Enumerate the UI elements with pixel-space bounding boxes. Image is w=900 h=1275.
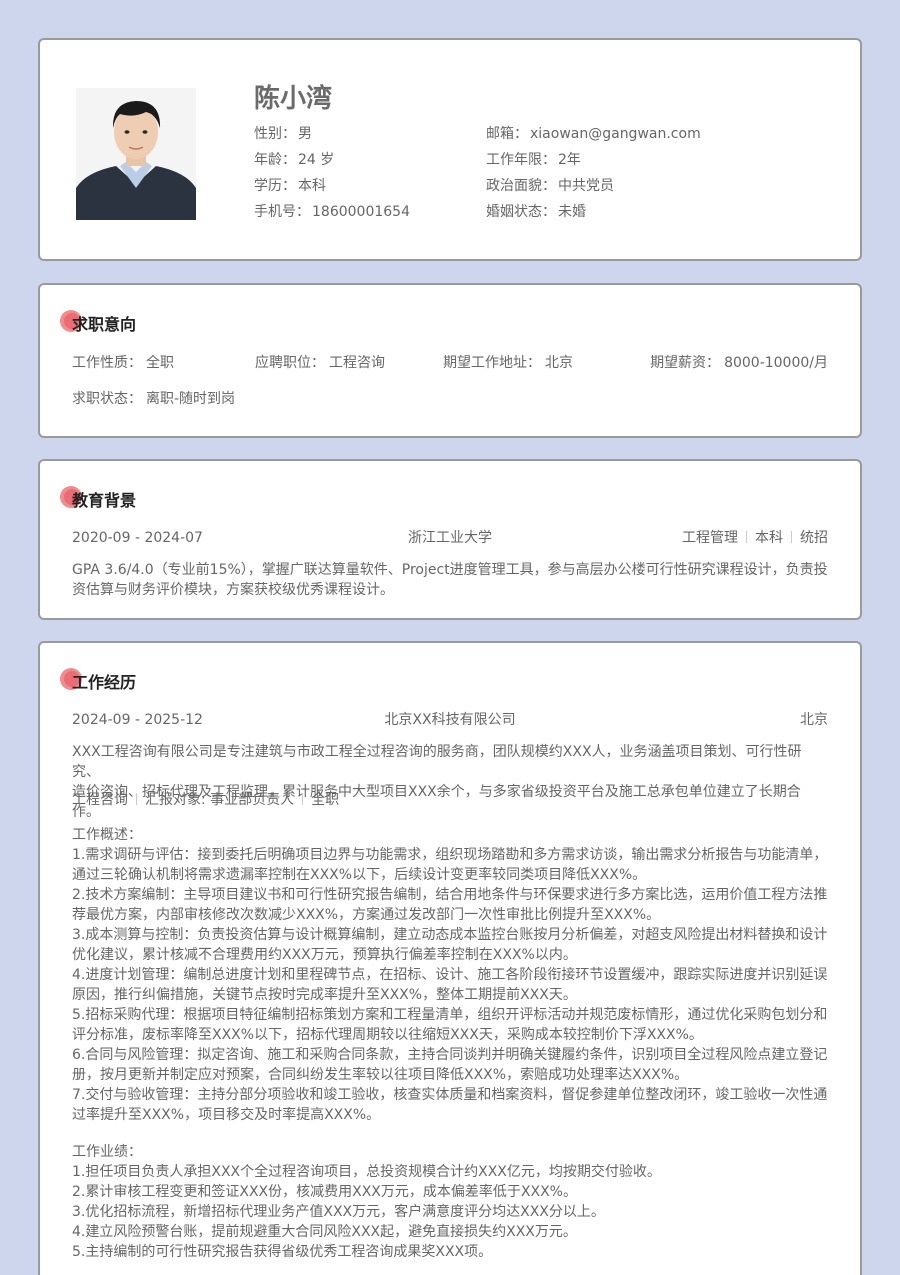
work-row: 2024-09 - 2025-12 北京XX科技有限公司 北京 (72, 710, 828, 730)
section-title: 求职意向 (72, 315, 137, 334)
intent-type: 工作性质： 全职 (72, 355, 174, 371)
avatar (76, 88, 196, 220)
work-city: 北京 (800, 712, 828, 728)
candidate-name: 陈小湾 (254, 84, 333, 114)
info-marital: 婚姻状态： 未婚 (486, 204, 586, 220)
section-title: 教育背景 (72, 491, 137, 510)
info-gender: 性别：男 (254, 126, 312, 142)
section-title: 工作经历 (72, 673, 137, 692)
intent-location: 期望工作地址： 北京 (443, 355, 573, 371)
intent-status: 求职状态： 离职-随时到岗 (72, 391, 236, 407)
avatar-photo (76, 88, 196, 220)
edu-description: GPA 3.6/4.0（专业前15%），掌握广联达算量软件、Project进度管… (72, 562, 828, 598)
job-intent-card: 求职意向 工作性质： 全职 应聘职位： 工程咨询 期望工作地址： 北京 期望薪资： 80… (38, 283, 862, 438)
info-phone: 手机号： 18600001654 (254, 204, 410, 220)
edu-meta: 工程管理 本科 统招 (682, 530, 828, 546)
info-education: 学历： 本科 (254, 178, 326, 194)
info-age: 年龄： 24 岁 (254, 152, 335, 168)
info-political: 政治面貌： 中共党员 (486, 178, 614, 194)
profile-card: 陈小湾 性别：男 邮箱： xiaowan@gangwan.com 年龄： 24 岁 … (38, 38, 862, 261)
work-achievements: 工作业绩： 1.担任项目负责人承担XXX个全过程咨询项目，总投资规模合计约XXX… (72, 1144, 661, 1260)
education-row: 2020-09 - 2024-07 浙江工业大学 工程管理 本科 统招 (72, 528, 828, 548)
education-card: 教育背景 2020-09 - 2024-07 浙江工业大学 工程管理 本科 统招 G… (38, 459, 862, 620)
intent-salary: 期望薪资： 8000-10000/月 (650, 355, 828, 371)
work-overview: 工作概述： 1.需求调研与评估：接到委托后明确项目边界与功能需求，组织现场踏勘和… (72, 827, 828, 1123)
company-intro: XXX工程咨询有限公司是专注建筑与市政工程全过程咨询的服务商，团队规模约XXX人… (72, 744, 802, 820)
profile-info: 性别：男 邮箱： xiaowan@gangwan.com 年龄： 24 岁 工作年限… (254, 124, 814, 234)
intent-position: 应聘职位： 工程咨询 (255, 355, 385, 371)
info-email: 邮箱： xiaowan@gangwan.com (486, 126, 701, 142)
work-company: 北京XX科技有限公司 (384, 712, 516, 728)
work-tags: 工程咨询 汇报对象: 事业部负责人 全职 (72, 792, 340, 808)
work-card: 工作经历 2024-09 - 2025-12 北京XX科技有限公司 北京 XXX… (38, 641, 862, 1275)
info-experience: 工作年限： 2年 (486, 152, 581, 168)
